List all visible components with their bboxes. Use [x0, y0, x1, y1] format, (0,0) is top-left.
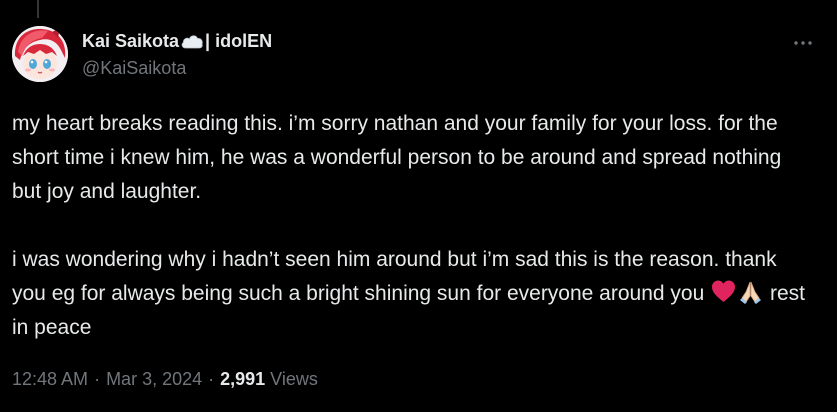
- display-name-suffix: | idolEN: [205, 30, 273, 51]
- display-name[interactable]: Kai Saikota: [82, 31, 179, 52]
- tweet-time[interactable]: 12:48 AM: [12, 369, 88, 390]
- avatar-image: [12, 26, 68, 82]
- avatar[interactable]: [12, 26, 68, 82]
- meta-separator-2: ·: [208, 369, 215, 389]
- views-count[interactable]: 2,991: [220, 369, 265, 390]
- tweet-paragraph-2: i was wondering why i hadn’t seen him ar…: [12, 248, 783, 305]
- author-names: Kai Saikota | idolEN @KaiSaikota: [82, 29, 272, 79]
- tweet-meta: 12:48 AM · Mar 3, 2024 · 2,991 Views: [12, 369, 318, 390]
- tweet-paragraph-1: my heart breaks reading this. i’m sorry …: [12, 112, 788, 203]
- more-horizontal-icon[interactable]: [791, 36, 815, 48]
- display-name-row[interactable]: Kai Saikota | idolEN: [82, 29, 272, 53]
- meta-separator: ·: [94, 369, 101, 389]
- tweet-text: my heart breaks reading this. i’m sorry …: [12, 107, 812, 345]
- author-handle[interactable]: @KaiSaikota: [82, 58, 272, 79]
- folded-hands-icon: [737, 278, 764, 305]
- thread-connector-line: [37, 0, 39, 18]
- tweet-header: Kai Saikota | idolEN @KaiSaikota: [12, 26, 823, 84]
- cloud-icon: [180, 32, 204, 50]
- views-label[interactable]: Views: [270, 369, 318, 390]
- red-heart-icon: [710, 278, 737, 305]
- tweet-date[interactable]: Mar 3, 2024: [106, 369, 202, 390]
